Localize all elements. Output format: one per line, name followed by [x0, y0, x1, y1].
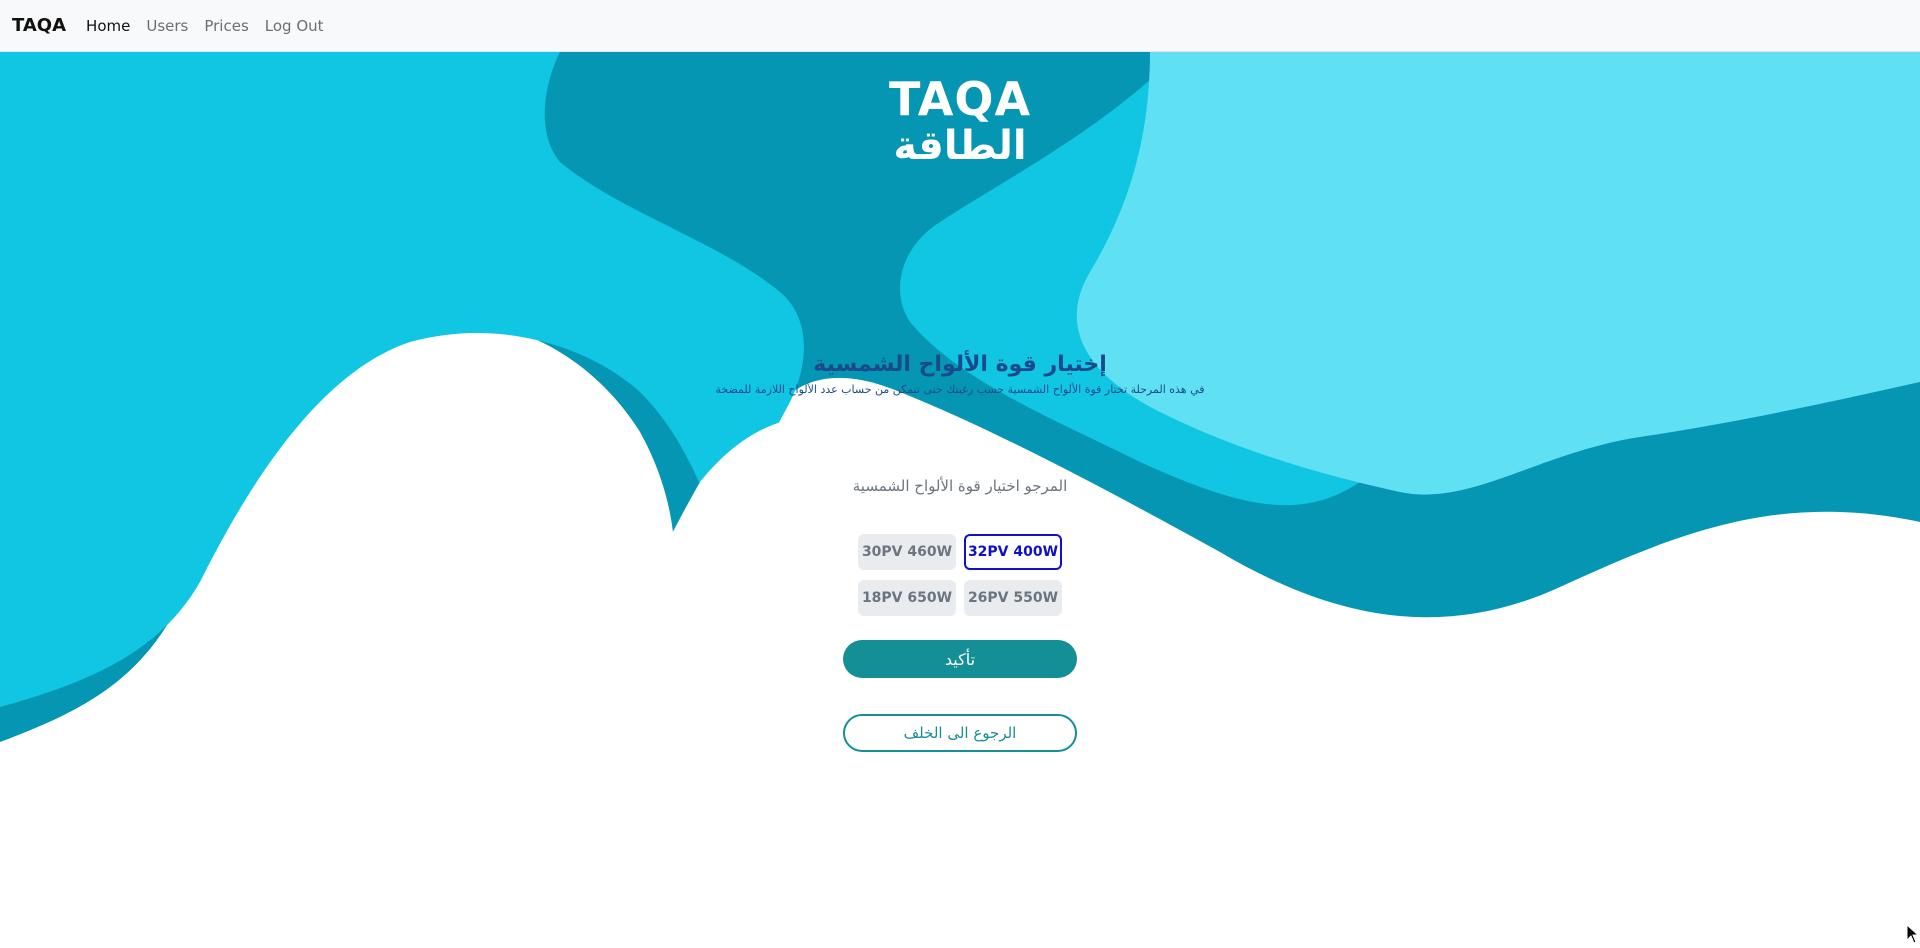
- nav-link-users[interactable]: Users: [138, 17, 196, 35]
- page-title: إختيار قوة الألواح الشمسية: [813, 352, 1107, 377]
- page-subtitle: في هذه المرحلة تختار قوة الألواح الشمسية…: [715, 383, 1205, 396]
- option-30pv-460w[interactable]: 30PV 460W: [858, 534, 956, 570]
- back-button[interactable]: الرجوع الى الخلف: [843, 714, 1077, 752]
- panel-options-grid: 30PV 460W 32PV 400W 18PV 650W 26PV 550W: [850, 534, 1070, 616]
- option-32pv-400w[interactable]: 32PV 400W: [964, 534, 1062, 570]
- logo-arabic-text: الطاقة: [893, 123, 1027, 169]
- navbar-brand[interactable]: TAQA: [12, 15, 66, 36]
- nav-link-prices[interactable]: Prices: [196, 17, 256, 35]
- nav-link-home[interactable]: Home: [78, 17, 138, 35]
- panel-selection-form: إختيار قوة الألواح الشمسية في هذه المرحل…: [660, 350, 1260, 752]
- top-navbar: TAQA Home Users Prices Log Out: [0, 0, 1920, 52]
- taqa-logo: TAQA الطاقة: [880, 74, 1040, 168]
- logo-latin-text: TAQA: [888, 72, 1032, 126]
- confirm-button[interactable]: تأكيد: [843, 640, 1077, 678]
- nav-link-logout[interactable]: Log Out: [257, 17, 332, 35]
- option-26pv-550w[interactable]: 26PV 550W: [964, 580, 1062, 616]
- nav-links: Home Users Prices Log Out: [78, 17, 332, 35]
- selection-prompt: المرجو اختيار قوة الألواح الشمسية: [852, 477, 1068, 495]
- option-18pv-650w[interactable]: 18PV 650W: [858, 580, 956, 616]
- mouse-pointer-icon: [1906, 923, 1920, 948]
